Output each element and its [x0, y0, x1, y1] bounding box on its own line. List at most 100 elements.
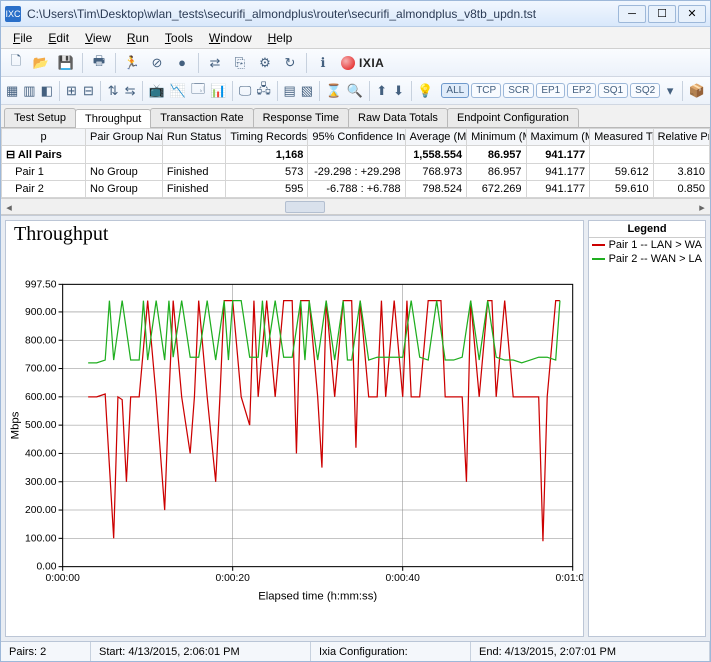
- data-grid: pPair Group NameRun StatusTiming Records…: [1, 128, 710, 215]
- menu-window[interactable]: Window: [203, 29, 258, 47]
- cell: 941.177: [526, 164, 590, 181]
- t2-icon-5[interactable]: ⊟: [81, 80, 95, 102]
- t2-icon-2[interactable]: ▥: [22, 80, 36, 102]
- t2-icon-17[interactable]: 🔍: [346, 80, 364, 102]
- new-icon[interactable]: 🗋: [5, 52, 27, 74]
- t2-icon-8[interactable]: 📺: [148, 80, 166, 102]
- package-icon[interactable]: 📦: [688, 80, 706, 102]
- t2-icon-7[interactable]: ⇆: [123, 80, 137, 102]
- grid-hscrollbar[interactable]: ◂ ▸: [1, 198, 710, 214]
- record-icon[interactable]: ●: [171, 52, 193, 74]
- table-row[interactable]: Pair 1No GroupFinished573-29.298 : +29.2…: [2, 164, 710, 181]
- cell: [308, 146, 405, 164]
- statusbar: Pairs: 2 Start: 4/13/2015, 2:06:01 PM Ix…: [1, 641, 710, 661]
- copy-icon[interactable]: ⎘: [229, 52, 251, 74]
- menu-edit[interactable]: Edit: [42, 29, 75, 47]
- svg-text:400.00: 400.00: [25, 449, 57, 460]
- t2-icon-13[interactable]: 🖧: [255, 80, 272, 102]
- col-header[interactable]: Minimum (Mbps): [467, 129, 526, 146]
- cell: [86, 146, 163, 164]
- svg-text:0:01:00: 0:01:00: [556, 573, 583, 584]
- maximize-button[interactable]: ☐: [648, 5, 676, 23]
- cell: 86.957: [467, 146, 526, 164]
- tab-raw-data-totals[interactable]: Raw Data Totals: [348, 108, 448, 127]
- cell: ⊟ All Pairs: [2, 146, 86, 164]
- svg-text:Elapsed time (h:mm:ss): Elapsed time (h:mm:ss): [258, 591, 377, 603]
- col-header[interactable]: Measured Time (sec): [590, 129, 654, 146]
- t2-icon-12[interactable]: 🖵: [238, 80, 253, 102]
- col-header[interactable]: Average (Mbps): [405, 129, 466, 146]
- brand-text: IXIA: [359, 56, 384, 70]
- col-header[interactable]: Run Status: [162, 129, 226, 146]
- chart-title: Throughput: [6, 221, 583, 246]
- filter-pill-all[interactable]: ALL: [441, 83, 469, 98]
- svg-text:0:00:40: 0:00:40: [386, 573, 421, 584]
- pair-icon[interactable]: ⇄: [204, 52, 226, 74]
- t2-icon-19[interactable]: ⬇: [392, 80, 406, 102]
- t2-icon-1[interactable]: ▦: [5, 80, 19, 102]
- menu-help[interactable]: Help: [262, 29, 299, 47]
- stop-icon[interactable]: ⊘: [146, 52, 168, 74]
- open-icon[interactable]: 📂: [30, 52, 52, 74]
- cell: 595: [226, 181, 308, 198]
- scroll-right-icon[interactable]: ▸: [694, 199, 710, 215]
- t2-icon-3[interactable]: ◧: [40, 80, 54, 102]
- col-header[interactable]: p: [2, 129, 86, 146]
- dropdown-icon[interactable]: ▾: [663, 80, 677, 102]
- settings-icon[interactable]: ⚙: [254, 52, 276, 74]
- tabbar: Test SetupThroughputTransaction RateResp…: [1, 105, 710, 128]
- svg-text:900.00: 900.00: [25, 307, 57, 318]
- tab-transaction-rate[interactable]: Transaction Rate: [150, 108, 253, 127]
- table-row[interactable]: Pair 2No GroupFinished595-6.788 : +6.788…: [2, 181, 710, 198]
- t2-icon-6[interactable]: ⇅: [106, 80, 120, 102]
- tab-test-setup[interactable]: Test Setup: [4, 108, 76, 127]
- minimize-button[interactable]: ─: [618, 5, 646, 23]
- run-icon[interactable]: 🏃: [121, 52, 143, 74]
- scroll-left-icon[interactable]: ◂: [1, 199, 17, 215]
- t2-icon-14[interactable]: ▤: [283, 80, 297, 102]
- tab-throughput[interactable]: Throughput: [75, 109, 151, 128]
- legend-label: Pair 2 -- WAN > LA: [609, 253, 702, 265]
- close-button[interactable]: ✕: [678, 5, 706, 23]
- cell: 3.810: [653, 164, 709, 181]
- menu-view[interactable]: View: [79, 29, 117, 47]
- col-header[interactable]: Pair Group Name: [86, 129, 163, 146]
- filter-pill-scr[interactable]: SCR: [503, 83, 534, 98]
- t2-icon-18[interactable]: ⬆: [375, 80, 389, 102]
- filter-pill-sq1[interactable]: SQ1: [598, 83, 628, 98]
- filter-pill-tcp[interactable]: TCP: [471, 83, 501, 98]
- chart-panel: Throughput 0.00100.00200.00300.00400.005…: [5, 220, 584, 637]
- t2-icon-15[interactable]: ▧: [300, 80, 314, 102]
- filter-pill-sq2[interactable]: SQ2: [630, 83, 660, 98]
- scroll-thumb[interactable]: [285, 201, 325, 213]
- save-icon[interactable]: 💾: [55, 52, 77, 74]
- col-header[interactable]: Maximum (Mbps): [526, 129, 590, 146]
- legend-item: Pair 1 -- LAN > WA: [589, 238, 705, 252]
- legend-label: Pair 1 -- LAN > WA: [609, 239, 702, 251]
- col-header[interactable]: Timing Records Completed: [226, 129, 308, 146]
- col-header[interactable]: 95% Confidence Interval: [308, 129, 405, 146]
- t2-icon-9[interactable]: 📉: [169, 80, 187, 102]
- menu-file[interactable]: File: [7, 29, 38, 47]
- col-header[interactable]: Relative Precision: [653, 129, 709, 146]
- t2-icon-4[interactable]: ⊞: [64, 80, 78, 102]
- tab-endpoint-configuration[interactable]: Endpoint Configuration: [447, 108, 579, 127]
- print-icon[interactable]: 🖶: [88, 52, 110, 74]
- brand-logo: IXIA: [341, 54, 384, 72]
- window-title: C:\Users\Tim\Desktop\wlan_tests\securifi…: [27, 7, 618, 21]
- menu-tools[interactable]: Tools: [159, 29, 199, 47]
- t2-icon-20[interactable]: 💡: [416, 80, 434, 102]
- table-row[interactable]: ⊟ All Pairs1,1681,558.55486.957941.177: [2, 146, 710, 164]
- t2-icon-16[interactable]: ⌛: [325, 80, 343, 102]
- status-end: End: 4/13/2015, 2:07:01 PM: [471, 642, 710, 661]
- filter-pill-ep1[interactable]: EP1: [536, 83, 565, 98]
- menu-run[interactable]: Run: [121, 29, 155, 47]
- cell: [162, 146, 226, 164]
- svg-text:300.00: 300.00: [25, 477, 57, 488]
- t2-icon-11[interactable]: 📊: [209, 80, 227, 102]
- refresh-icon[interactable]: ↻: [279, 52, 301, 74]
- t2-icon-10[interactable]: 🗔: [190, 80, 206, 102]
- tab-response-time[interactable]: Response Time: [253, 108, 349, 127]
- filter-pill-ep2[interactable]: EP2: [567, 83, 596, 98]
- info-icon[interactable]: ℹ: [312, 52, 334, 74]
